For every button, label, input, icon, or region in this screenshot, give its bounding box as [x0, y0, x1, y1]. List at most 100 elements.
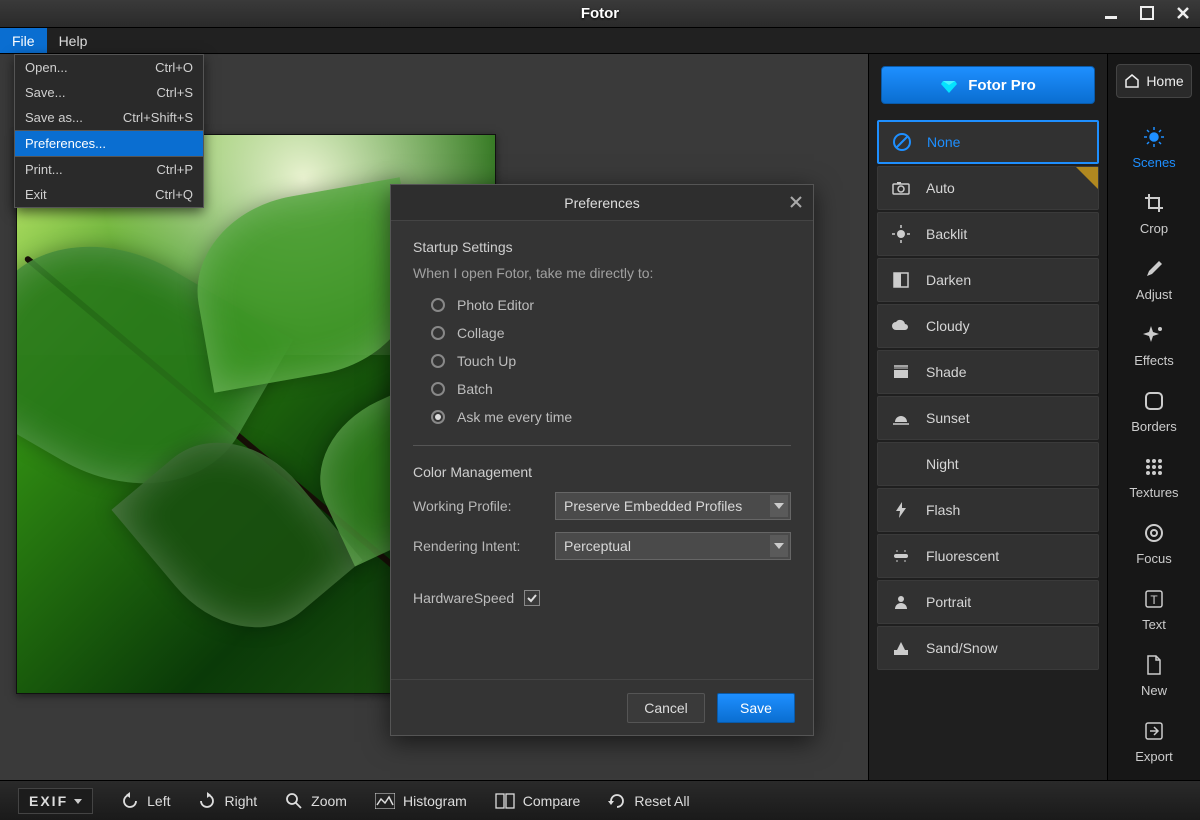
histogram-icon: [375, 793, 395, 809]
dialog-header[interactable]: Preferences: [391, 185, 813, 221]
home-button[interactable]: Home: [1116, 64, 1192, 98]
scene-sunset[interactable]: Sunset: [877, 396, 1099, 440]
scene-night[interactable]: Night: [877, 442, 1099, 486]
radio-icon: [431, 410, 445, 424]
sunset-icon: [890, 407, 912, 429]
preferences-dialog: Preferences Startup Settings When I open…: [390, 184, 814, 736]
scene-auto[interactable]: Auto: [877, 166, 1099, 210]
exif-button[interactable]: EXIF: [18, 788, 93, 814]
zoom-icon: [285, 792, 303, 810]
close-button[interactable]: [1172, 2, 1194, 24]
dialog-footer: Cancel Save: [391, 679, 813, 735]
menu-file[interactable]: File: [0, 28, 47, 53]
text-icon: T: [1142, 587, 1166, 611]
tool-new[interactable]: New: [1117, 644, 1191, 706]
chevron-down-icon: [770, 535, 788, 557]
chevron-down-icon: [74, 797, 82, 805]
tools-panel: Home Scenes Crop Adjust Effects Borders …: [1108, 54, 1200, 780]
menu-help[interactable]: Help: [47, 28, 100, 53]
flash-icon: [890, 499, 912, 521]
startup-hint: When I open Fotor, take me directly to:: [413, 265, 791, 281]
texture-icon: [1142, 455, 1166, 479]
pencil-icon: [1142, 257, 1166, 281]
scenes-icon: [1142, 125, 1166, 149]
rendering-intent-label: Rendering Intent:: [413, 538, 543, 554]
radio-touch-up[interactable]: Touch Up: [413, 347, 791, 375]
scene-cloudy[interactable]: Cloudy: [877, 304, 1099, 348]
tool-crop[interactable]: Crop: [1117, 182, 1191, 244]
scene-none[interactable]: None: [877, 120, 1099, 164]
hardware-speed-checkbox[interactable]: [524, 590, 540, 606]
rendering-intent-select[interactable]: Perceptual: [555, 532, 791, 560]
file-menu-save-as[interactable]: Save as...Ctrl+Shift+S: [15, 105, 203, 130]
fluorescent-icon: [890, 545, 912, 567]
radio-icon: [431, 354, 445, 368]
darken-icon: [890, 269, 912, 291]
radio-ask-every-time[interactable]: Ask me every time: [413, 403, 791, 431]
rotate-right-icon: [198, 792, 216, 810]
rotate-left-icon: [121, 792, 139, 810]
tool-borders[interactable]: Borders: [1117, 380, 1191, 442]
menubar: File Help: [0, 28, 1200, 54]
cancel-button[interactable]: Cancel: [627, 693, 705, 723]
radio-icon: [431, 382, 445, 396]
file-menu-save[interactable]: Save...Ctrl+S: [15, 80, 203, 105]
histogram-button[interactable]: Histogram: [375, 793, 467, 809]
new-file-icon: [1142, 653, 1166, 677]
scene-darken[interactable]: Darken: [877, 258, 1099, 302]
scene-fluorescent[interactable]: Fluorescent: [877, 534, 1099, 578]
compare-icon: [495, 793, 515, 809]
file-menu-exit[interactable]: ExitCtrl+Q: [15, 182, 203, 207]
footer-toolbar: EXIF Left Right Zoom Histogram Compare R…: [0, 780, 1200, 820]
crop-icon: [1142, 191, 1166, 215]
file-menu-preferences[interactable]: Preferences...: [15, 131, 203, 156]
tool-effects[interactable]: Effects: [1117, 314, 1191, 376]
chevron-down-icon: [770, 495, 788, 517]
tool-focus[interactable]: Focus: [1117, 512, 1191, 574]
scene-flash[interactable]: Flash: [877, 488, 1099, 532]
startup-settings-title: Startup Settings: [413, 239, 791, 255]
dialog-body: Startup Settings When I open Fotor, take…: [391, 221, 813, 679]
scene-shade[interactable]: Shade: [877, 350, 1099, 394]
dialog-close-button[interactable]: [787, 193, 805, 211]
zoom-button[interactable]: Zoom: [285, 792, 347, 810]
cloud-icon: [890, 315, 912, 337]
rotate-left-button[interactable]: Left: [121, 792, 170, 810]
tool-text[interactable]: TText: [1117, 578, 1191, 640]
portrait-icon: [890, 591, 912, 613]
file-menu-print[interactable]: Print...Ctrl+P: [15, 157, 203, 182]
reset-all-button[interactable]: Reset All: [608, 792, 689, 810]
scene-sand-snow[interactable]: Sand/Snow: [877, 626, 1099, 670]
compare-button[interactable]: Compare: [495, 793, 581, 809]
maximize-button[interactable]: [1136, 2, 1158, 24]
backlit-icon: [890, 223, 912, 245]
working-profile-label: Working Profile:: [413, 498, 543, 514]
tool-adjust[interactable]: Adjust: [1117, 248, 1191, 310]
none-icon: [891, 131, 913, 153]
radio-photo-editor[interactable]: Photo Editor: [413, 291, 791, 319]
file-menu-open[interactable]: Open...Ctrl+O: [15, 55, 203, 80]
sandsnow-icon: [890, 637, 912, 659]
save-button[interactable]: Save: [717, 693, 795, 723]
radio-batch[interactable]: Batch: [413, 375, 791, 403]
reset-icon: [608, 792, 626, 810]
minimize-button[interactable]: [1100, 2, 1122, 24]
hardware-speed-row[interactable]: HardwareSpeed: [413, 590, 791, 606]
radio-icon: [431, 326, 445, 340]
color-mgmt-title: Color Management: [413, 464, 791, 480]
moon-icon: [890, 453, 912, 475]
scenes-panel: Fotor Pro None Auto Backlit Darken Cloud…: [868, 54, 1108, 780]
tool-export[interactable]: Export: [1117, 710, 1191, 772]
dialog-title: Preferences: [564, 195, 639, 211]
radio-collage[interactable]: Collage: [413, 319, 791, 347]
app-title: Fotor: [581, 5, 619, 22]
fotor-pro-button[interactable]: Fotor Pro: [881, 66, 1095, 104]
tool-scenes[interactable]: Scenes: [1117, 116, 1191, 178]
working-profile-select[interactable]: Preserve Embedded Profiles: [555, 492, 791, 520]
tool-textures[interactable]: Textures: [1117, 446, 1191, 508]
scene-portrait[interactable]: Portrait: [877, 580, 1099, 624]
hardware-speed-label: HardwareSpeed: [413, 590, 514, 606]
camera-icon: [890, 177, 912, 199]
scene-backlit[interactable]: Backlit: [877, 212, 1099, 256]
rotate-right-button[interactable]: Right: [198, 792, 257, 810]
